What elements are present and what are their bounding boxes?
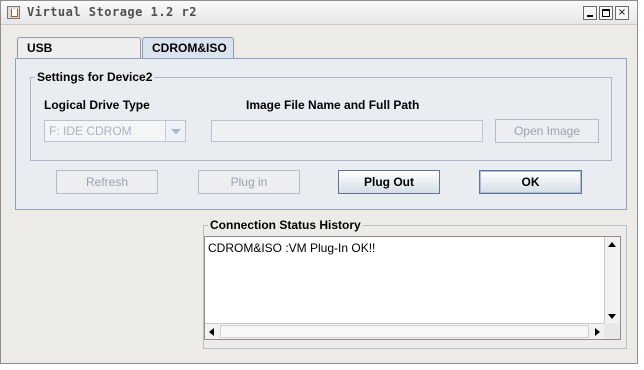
plug-in-button[interactable]: Plug in bbox=[198, 170, 300, 194]
scroll-up-icon[interactable] bbox=[605, 237, 619, 251]
title-bar[interactable]: Virtual Storage 1.2 r2 × bbox=[1, 1, 637, 25]
ok-button[interactable]: OK bbox=[479, 170, 582, 194]
device-settings-title: Settings for Device2 bbox=[35, 70, 155, 84]
maximize-button[interactable] bbox=[599, 6, 613, 20]
chevron-down-icon[interactable] bbox=[165, 121, 185, 141]
device-settings-group: Settings for Device2 Logical Drive Type … bbox=[30, 70, 612, 161]
open-image-button[interactable]: Open Image bbox=[495, 119, 599, 143]
drive-type-label: Logical Drive Type bbox=[44, 98, 150, 112]
plug-out-button[interactable]: Plug Out bbox=[338, 170, 440, 194]
window-title: Virtual Storage 1.2 r2 bbox=[27, 5, 197, 19]
connection-status-group: Connection Status History CDROM&ISO :VM … bbox=[203, 218, 627, 349]
scroll-left-icon[interactable] bbox=[205, 325, 219, 339]
minimize-button[interactable] bbox=[583, 6, 597, 20]
horizontal-scrollbar[interactable] bbox=[205, 323, 604, 339]
status-history-log[interactable]: CDROM&ISO :VM Plug-In OK!! bbox=[204, 236, 621, 340]
scroll-right-icon[interactable] bbox=[590, 325, 604, 339]
close-button[interactable]: × bbox=[615, 6, 629, 20]
image-path-label: Image File Name and Full Path bbox=[246, 98, 420, 112]
scroll-down-icon[interactable] bbox=[605, 309, 619, 323]
app-window: Virtual Storage 1.2 r2 × USB Floppy&Flas… bbox=[0, 0, 638, 364]
horizontal-scroll-thumb[interactable] bbox=[220, 325, 589, 338]
vertical-scrollbar[interactable] bbox=[604, 237, 620, 323]
status-line: CDROM&ISO :VM Plug-In OK!! bbox=[208, 241, 376, 255]
tab-usb-floppy-flash[interactable]: USB Floppy&Flash bbox=[17, 37, 141, 75]
cdrom-iso-panel: Settings for Device2 Logical Drive Type … bbox=[15, 58, 627, 210]
image-path-input[interactable] bbox=[211, 120, 483, 142]
refresh-button[interactable]: Refresh bbox=[56, 170, 158, 194]
tab-cdrom-iso[interactable]: CDROM&ISO bbox=[142, 37, 234, 59]
scrollbar-corner bbox=[604, 323, 620, 339]
java-app-icon bbox=[7, 6, 20, 19]
connection-status-title: Connection Status History bbox=[208, 218, 363, 232]
drive-type-value: F: IDE CDROM bbox=[49, 124, 132, 138]
drive-type-select[interactable]: F: IDE CDROM bbox=[44, 120, 186, 142]
